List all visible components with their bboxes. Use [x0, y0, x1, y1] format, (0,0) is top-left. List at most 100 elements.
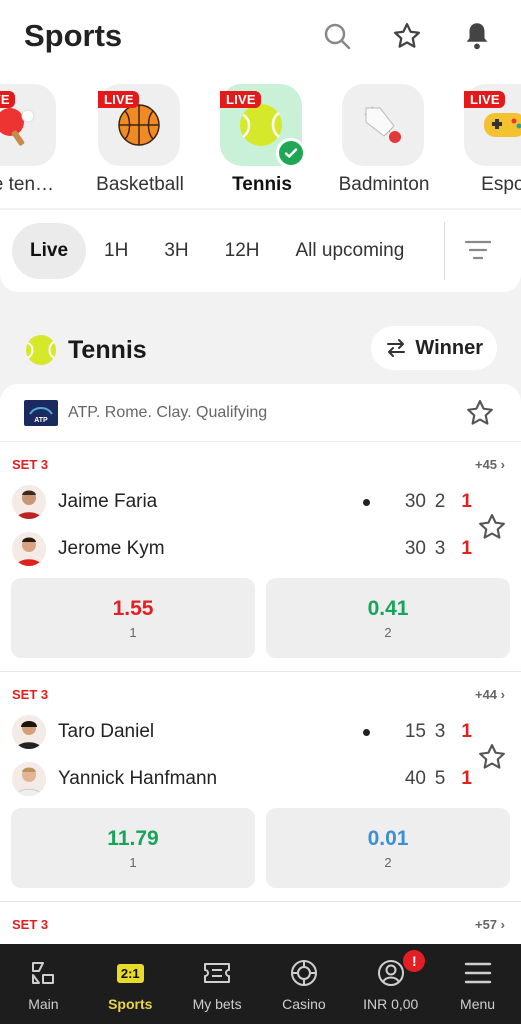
nav-label: INR 0,00 [363, 996, 419, 1012]
filter-3h[interactable]: 3H [146, 223, 206, 279]
sport-item-table-tennis[interactable]: LIVE ole ten… [0, 84, 58, 195]
nav-label: Main [28, 996, 59, 1012]
player-row: Jerome Kym 30 3 1 [12, 531, 472, 567]
odds-button-2[interactable]: 0.41 2 [266, 578, 510, 658]
sort-filter-icon[interactable] [460, 232, 496, 268]
nav-label: Casino [282, 996, 326, 1012]
selected-check-icon [276, 138, 306, 168]
odds-button-1[interactable]: 1.55 1 [11, 578, 255, 658]
nav-my-bets[interactable]: My bets [174, 944, 261, 1024]
odds-label: 2 [384, 854, 392, 870]
gamepad-icon [484, 113, 521, 137]
more-markets-link[interactable]: +45 › [475, 457, 505, 472]
score: 30 2 1 [363, 491, 472, 513]
notifications-bell-icon[interactable] [457, 16, 497, 56]
filter-12h[interactable]: 12H [207, 223, 278, 279]
market-switch-button[interactable]: Winner [371, 326, 497, 370]
serving-indicator [363, 728, 370, 736]
live-badge: LIVE [98, 91, 139, 108]
tennis-ball-icon [240, 104, 282, 146]
notification-badge: ! [403, 950, 426, 972]
nav-account[interactable]: ! INR 0,00 [347, 944, 434, 1024]
hamburger-menu-icon [464, 956, 492, 990]
favorites-star-icon[interactable] [387, 16, 427, 56]
odds-button-1[interactable]: 11.79 1 [11, 808, 255, 888]
player-avatar [12, 485, 46, 519]
match-row[interactable]: SET 3 +45 › Jaime Faria 30 2 1 Jerome Ky… [0, 442, 521, 672]
account-icon [376, 956, 406, 990]
live-badge: LIVE [220, 91, 261, 108]
nav-label: My bets [192, 996, 242, 1012]
serving-indicator [363, 498, 370, 506]
sports-carousel[interactable]: LIVE ole ten… LIVE Basketball LIVE Tenni… [0, 72, 521, 208]
nav-sports[interactable]: 2:1 Sports [87, 944, 174, 1024]
sport-label: Espor [481, 174, 521, 195]
player-avatar [12, 715, 46, 749]
atp-logo: ATP [24, 399, 58, 426]
score: 30 3 1 [404, 538, 472, 559]
league-card: ATP ATP. Rome. Clay. Qualifying SET 3 +4… [0, 384, 521, 944]
sport-item-basketball[interactable]: LIVE Basketball [96, 84, 184, 195]
page-title: Sports [24, 18, 123, 53]
tennis-ball-icon [26, 335, 56, 365]
sport-tile[interactable]: LIVE [0, 84, 56, 166]
live-badge: LIVE [0, 91, 15, 108]
odds-label: 2 [384, 624, 392, 640]
sport-tile[interactable]: LIVE [220, 84, 306, 168]
filter-all-upcoming[interactable]: All upcoming [277, 223, 422, 279]
sport-tile[interactable]: LIVE [464, 84, 521, 166]
nav-label: Sports [108, 996, 153, 1012]
player-name: Jerome Kym [58, 538, 165, 559]
favorite-league-star-icon[interactable] [465, 398, 495, 428]
player-avatar [12, 762, 46, 796]
player-avatar [12, 532, 46, 566]
nav-label: Menu [460, 996, 496, 1012]
player-name: Taro Daniel [58, 721, 155, 742]
odds-value: 11.79 [107, 826, 159, 850]
nav-main[interactable]: Main [0, 944, 87, 1024]
casino-chip-icon [289, 956, 319, 990]
sport-item-esports[interactable]: LIVE Espor [464, 84, 521, 195]
sport-tile[interactable]: LIVE [98, 84, 180, 166]
sport-item-tennis[interactable]: LIVE Tennis [220, 84, 306, 195]
divider [444, 222, 445, 280]
odds-button-2[interactable]: 0.01 2 [266, 808, 510, 888]
player-row: Jaime Faria 30 2 1 [12, 484, 472, 520]
match-period: SET 3 [12, 687, 49, 702]
player-name: Jaime Faria [58, 491, 158, 512]
sport-item-badminton[interactable]: Badminton [339, 84, 429, 195]
search-icon[interactable] [317, 16, 357, 56]
live-badge: LIVE [464, 91, 505, 108]
score: 15 3 1 [363, 721, 472, 743]
player-row: Yannick Hanfmann 40 5 1 [12, 761, 472, 797]
score: 40 5 1 [404, 768, 472, 789]
league-header[interactable]: ATP ATP. Rome. Clay. Qualifying [0, 384, 521, 442]
filter-1h[interactable]: 1H [86, 223, 146, 279]
player-row: Taro Daniel 15 3 1 [12, 714, 472, 750]
nav-casino[interactable]: Casino [260, 944, 347, 1024]
match-row[interactable]: SET 3 +44 › Taro Daniel 15 3 1 Yannick H… [0, 672, 521, 902]
league-name: ATP. Rome. Clay. Qualifying [68, 403, 268, 421]
ticket-icon [202, 956, 232, 990]
match-period: SET 3 [12, 917, 49, 932]
odds-value: 1.55 [112, 596, 154, 620]
match-period: SET 3 [12, 457, 49, 472]
favorite-match-star-icon[interactable] [477, 512, 507, 542]
odds-label: 1 [129, 624, 137, 640]
nav-menu[interactable]: Menu [434, 944, 521, 1024]
sport-tile[interactable] [342, 84, 424, 166]
scoreboard-icon: 2:1 [116, 956, 144, 990]
more-markets-link[interactable]: +57 › [475, 917, 505, 932]
basketball-icon [118, 104, 160, 146]
odds-value: 0.41 [367, 596, 409, 620]
market-label: Winner [415, 336, 483, 359]
player-name: Yannick Hanfmann [58, 768, 218, 789]
odds-label: 1 [129, 854, 137, 870]
favorite-match-star-icon[interactable] [477, 742, 507, 772]
main-icon [29, 956, 57, 990]
swap-arrows-icon [387, 339, 406, 357]
time-filter-bar: Live 1H 3H 12H All upcoming [0, 210, 521, 292]
more-markets-link[interactable]: +44 › [475, 687, 505, 702]
filter-live[interactable]: Live [12, 223, 87, 279]
odds-value: 0.01 [367, 826, 409, 850]
